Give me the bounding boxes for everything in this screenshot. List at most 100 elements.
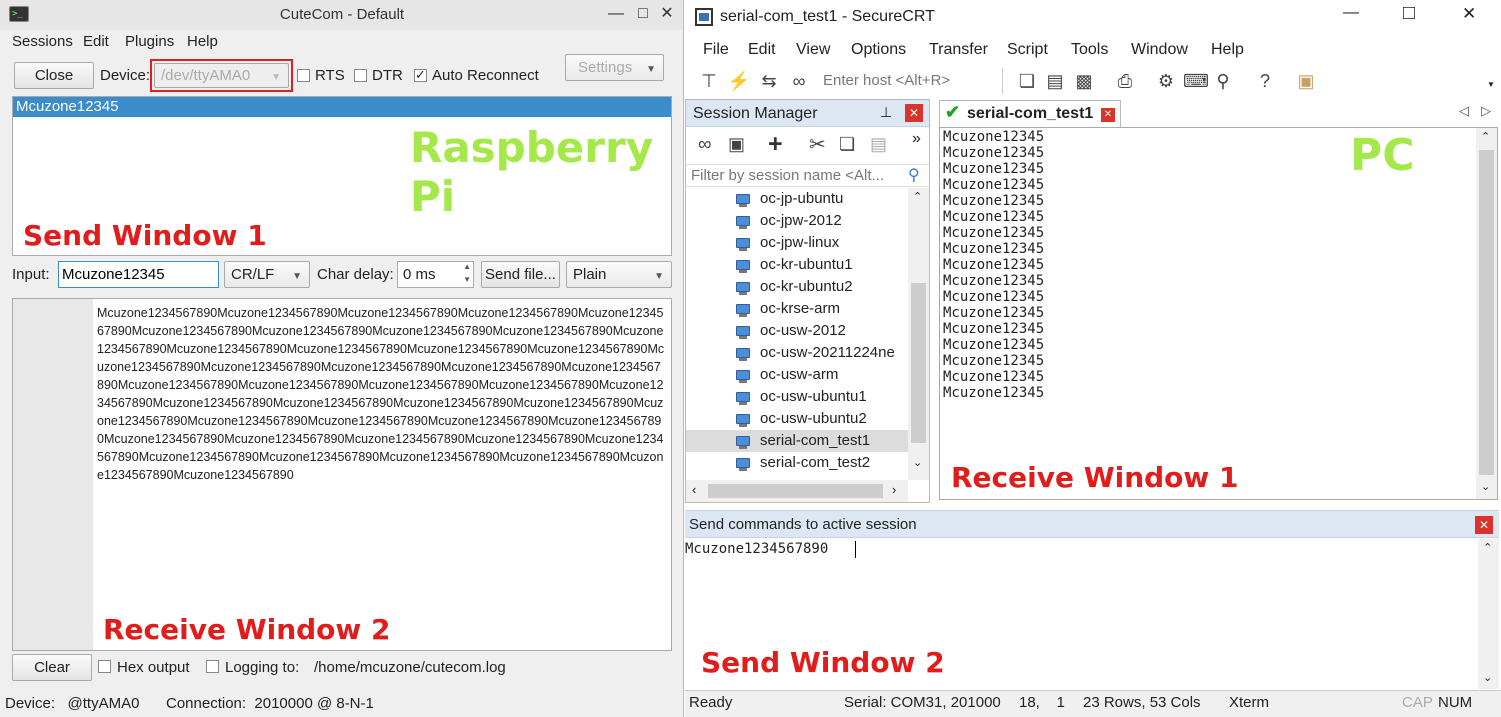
find-icon[interactable]: ▩ [1072, 70, 1096, 92]
scrollbar-thumb[interactable] [911, 283, 926, 443]
session-item[interactable]: oc-krse-arm [686, 298, 908, 320]
terminal-scrollbar[interactable]: ⌃ ⌄ [1476, 128, 1497, 499]
session-item[interactable]: oc-kr-ubuntu1 [686, 254, 908, 276]
key-icon[interactable]: ⚲ [1211, 70, 1235, 92]
session-item[interactable]: oc-kr-ubuntu2 [686, 276, 908, 298]
menu-tools[interactable]: Tools [1071, 41, 1108, 59]
session-item[interactable]: oc-jpw-linux [686, 232, 908, 254]
scroll-up-icon[interactable]: ⌃ [913, 190, 922, 203]
session-item[interactable]: oc-usw-ubuntu2 [686, 408, 908, 430]
session-list-hscrollbar[interactable]: ‹ › [686, 480, 908, 502]
scroll-down-icon[interactable]: ⌄ [913, 456, 922, 469]
menu-help[interactable]: Help [187, 33, 218, 50]
spin-up-icon[interactable]: ▲ [463, 262, 471, 271]
image-icon[interactable]: ▣ [1294, 70, 1318, 92]
receive-output-pane[interactable]: Mcuzone1234567890Mcuzone1234567890Mcuzon… [12, 298, 672, 651]
close-panel-icon[interactable]: ✕ [905, 104, 923, 122]
menu-window[interactable]: Window [1131, 41, 1188, 59]
search-icon[interactable]: ⚲ [908, 165, 920, 185]
hex-output-checkbox[interactable] [98, 660, 111, 673]
menu-options[interactable]: Options [851, 41, 906, 59]
scroll-up-icon[interactable]: ⌃ [1481, 130, 1490, 143]
scroll-down-icon[interactable]: ⌄ [1483, 671, 1492, 684]
char-delay-spinbox[interactable]: 0 ms ▲ ▼ [397, 261, 474, 288]
scroll-down-icon[interactable]: ⌄ [1481, 480, 1490, 493]
help-icon[interactable]: ? [1253, 70, 1277, 92]
auto-reconnect-checkbox[interactable] [414, 67, 427, 83]
session-list-scrollbar[interactable]: ⌃ ⌄ [908, 188, 929, 480]
more-icon[interactable]: » [912, 130, 921, 148]
menu-transfer[interactable]: Transfer [929, 41, 988, 59]
print-icon[interactable]: ⎙ [1113, 70, 1137, 92]
maximize-icon[interactable]: □ [634, 4, 652, 24]
tab-serial-com-test1[interactable]: ✔ serial-com_test1 ✕ [939, 100, 1121, 127]
close-window-icon[interactable]: ✕ [1462, 4, 1476, 24]
window-icon[interactable]: ▣ [728, 134, 745, 155]
tab-prev-icon[interactable]: ◁ [1459, 103, 1469, 119]
scroll-left-icon[interactable]: ‹ [692, 482, 696, 497]
dtr-checkbox[interactable] [354, 69, 367, 82]
send-editor-scrollbar[interactable]: ⌃ ⌄ [1478, 539, 1499, 689]
send-history-pane[interactable]: Mcuzone12345 Raspberry Pi Send Window 1 [12, 96, 672, 256]
copy-icon[interactable]: ❏ [1015, 70, 1039, 92]
paste-icon[interactable]: ▤ [870, 134, 887, 155]
session-item[interactable]: oc-usw-ubuntu1 [686, 386, 908, 408]
device-select[interactable]: /dev/ttyAMA0 ▼ [154, 63, 289, 88]
hscrollbar-thumb[interactable] [708, 484, 883, 498]
connect-tree-icon[interactable]: ⊤ [697, 70, 721, 92]
link-icon[interactable]: ∞ [698, 134, 712, 156]
terminal-view[interactable]: Mcuzone12345 Mcuzone12345 Mcuzone12345 Mcuz… [939, 127, 1498, 500]
menu-sessions[interactable]: Sessions [12, 33, 73, 50]
line-ending-select[interactable]: CR/LF ▼ [224, 261, 310, 288]
session-item[interactable]: oc-usw-20211224ne [686, 342, 908, 364]
session-item[interactable]: oc-jpw-2012 [686, 210, 908, 232]
menu-plugins[interactable]: Plugins [125, 33, 174, 50]
close-button[interactable]: Close [14, 62, 94, 89]
scroll-up-icon[interactable]: ⌃ [1483, 541, 1492, 554]
scrollbar-thumb[interactable] [1479, 150, 1494, 475]
history-item-selected[interactable]: Mcuzone12345 [13, 97, 671, 117]
menu-script[interactable]: Script [1007, 41, 1048, 59]
session-item[interactable]: oc-jp-ubuntu [686, 188, 908, 210]
menu-edit[interactable]: Edit [748, 41, 776, 59]
menu-file[interactable]: File [703, 41, 729, 59]
settings-button[interactable]: Settings ▼ [565, 54, 664, 81]
gear-icon[interactable]: ⚙ [1154, 70, 1178, 92]
menu-view[interactable]: View [796, 41, 830, 59]
pin-icon[interactable]: ⊥ [880, 104, 892, 121]
session-filter-input[interactable]: Filter by session name <Alt... ⚲ [686, 164, 929, 187]
logging-checkbox[interactable] [206, 660, 219, 673]
keymap-icon[interactable]: ⌨ [1183, 70, 1209, 92]
send-commands-editor[interactable]: Mcuzone1234567890 Send Window 2 ⌃ ⌄ [685, 539, 1499, 689]
session-item[interactable]: serial-com_test2 [686, 452, 908, 474]
minimize-icon[interactable]: — [1343, 4, 1359, 22]
toolbar-overflow-icon[interactable]: ▼ [1487, 80, 1495, 89]
rts-checkbox[interactable] [297, 69, 310, 82]
menu-edit[interactable]: Edit [83, 33, 109, 50]
paste-icon[interactable]: ▤ [1043, 70, 1067, 92]
host-input[interactable]: Enter host <Alt+R> [815, 68, 1003, 94]
link-icon[interactable]: ∞ [787, 70, 811, 92]
clear-button[interactable]: Clear [12, 654, 92, 681]
quick-connect-icon[interactable]: ⚡ [727, 70, 751, 92]
scroll-right-icon[interactable]: › [892, 482, 896, 497]
format-select[interactable]: Plain ▼ [566, 261, 672, 288]
session-item[interactable]: oc-usw-2012 [686, 320, 908, 342]
send-file-button[interactable]: Send file... [481, 261, 560, 288]
copy-icon[interactable]: ❏ [839, 134, 855, 155]
session-item[interactable]: oc-usw-arm [686, 364, 908, 386]
session-list[interactable]: oc-jp-ubuntu oc-jpw-2012 oc-jpw-linux oc-kr… [686, 188, 908, 480]
session-item[interactable]: serial-com_test1 [686, 430, 908, 452]
close-tab-icon[interactable]: ✕ [1101, 108, 1115, 122]
spin-down-icon[interactable]: ▼ [463, 275, 471, 284]
tab-next-icon[interactable]: ▷ [1481, 103, 1491, 119]
minimize-icon[interactable]: — [607, 4, 625, 24]
input-field[interactable] [58, 261, 219, 288]
maximize-icon[interactable]: □ [1403, 2, 1415, 25]
add-session-icon[interactable]: + [768, 130, 783, 159]
cut-icon[interactable]: ✂ [809, 132, 826, 157]
reconnect-icon[interactable]: ⇆ [757, 70, 781, 92]
close-send-pane-icon[interactable]: ✕ [1475, 516, 1493, 534]
menu-help[interactable]: Help [1211, 41, 1244, 59]
close-window-icon[interactable]: ✕ [658, 4, 676, 24]
